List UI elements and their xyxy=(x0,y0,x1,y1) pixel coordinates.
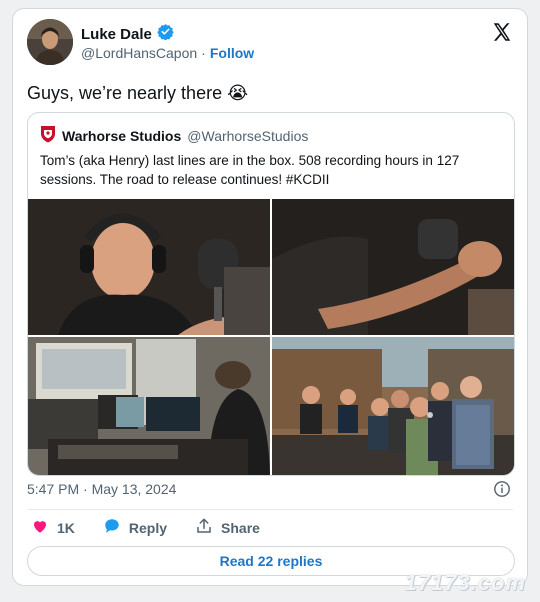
quoted-tweet-header: Warhorse Studios @WarhorseStudios xyxy=(40,125,308,146)
author-handle[interactable]: @LordHansCapon xyxy=(81,45,197,61)
x-logo-icon[interactable] xyxy=(491,21,513,43)
quoted-author-name[interactable]: Warhorse Studios xyxy=(62,128,181,144)
photo-studio-desk[interactable] xyxy=(28,337,270,475)
author-handle-row: @LordHansCapon · Follow xyxy=(81,45,254,61)
reply-label: Reply xyxy=(128,519,168,536)
share-icon xyxy=(195,517,213,538)
site-watermark: 17173.com xyxy=(404,570,526,595)
follow-button[interactable]: Follow xyxy=(210,45,254,61)
verified-badge-icon xyxy=(157,23,174,45)
tweet-card: Luke Dale @LordHansCapon · Follow Guys, … xyxy=(12,8,528,586)
quoted-tweet[interactable]: Warhorse Studios @WarhorseStudios Tom’s … xyxy=(27,112,515,476)
share-label: Share xyxy=(221,519,260,536)
avatar[interactable] xyxy=(27,19,73,65)
author-name-row: Luke Dale xyxy=(81,23,174,45)
photo-recording-booth[interactable] xyxy=(28,199,270,335)
divider xyxy=(27,509,513,510)
photo-group[interactable] xyxy=(272,337,514,475)
reply-button[interactable]: Reply xyxy=(103,517,167,538)
photo-grid xyxy=(28,199,514,475)
heart-icon xyxy=(31,517,49,538)
action-bar: 1K Reply Share xyxy=(31,517,260,538)
quoted-tweet-text: Tom’s (aka Henry) last lines are in the … xyxy=(40,153,460,187)
photo-fist[interactable] xyxy=(272,199,514,335)
crying-emoji: 😭 xyxy=(227,83,249,103)
quoted-author-handle[interactable]: @WarhorseStudios xyxy=(187,128,308,144)
warhorse-shield-icon xyxy=(40,125,56,146)
info-icon[interactable] xyxy=(493,480,511,503)
share-button[interactable]: Share xyxy=(195,517,260,538)
author-name[interactable]: Luke Dale xyxy=(81,26,152,43)
like-count: 1K xyxy=(57,519,75,536)
separator-dot: · xyxy=(201,45,206,61)
like-button[interactable]: 1K xyxy=(31,517,75,538)
tweet-text: Guys, we’re nearly there 😭 xyxy=(27,83,248,104)
tweet-body: Guys, we’re nearly there xyxy=(27,83,223,103)
timestamp[interactable]: 5:47 PM · May 13, 2024 xyxy=(27,481,176,497)
reply-bubble-icon xyxy=(103,517,121,538)
